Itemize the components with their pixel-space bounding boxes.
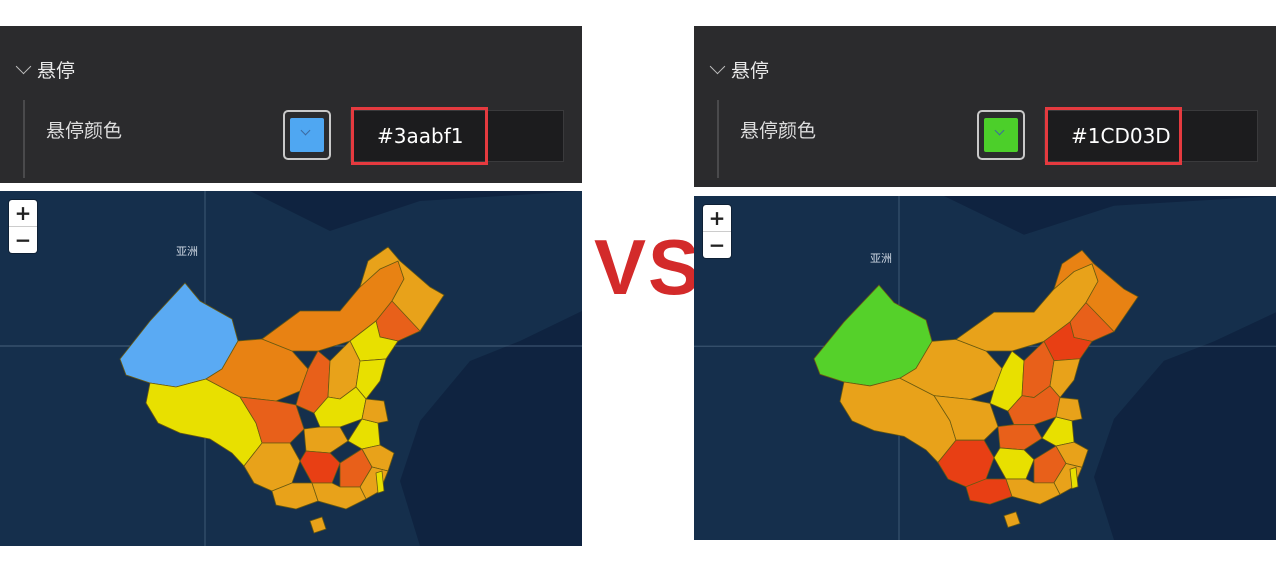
hex-color-input[interactable]: #3aabf1: [350, 107, 564, 165]
hover-color-label: 悬停颜色: [740, 120, 817, 142]
right-comparison-panel: 悬停 悬停颜色 #1CD03D 亚洲 + −: [694, 26, 1276, 546]
china-map: [694, 196, 1276, 540]
section-indent-line: [717, 100, 719, 178]
china-map: [0, 191, 582, 546]
hover-section-header[interactable]: 悬停: [15, 56, 76, 83]
hex-color-input[interactable]: #1CD03D: [1044, 107, 1258, 165]
map-region-jiangsu: [361, 398, 389, 424]
settings-panel: 悬停 悬停颜色 #1CD03D: [694, 26, 1276, 187]
section-indent-line: [23, 100, 25, 178]
hover-section-header[interactable]: 悬停: [709, 56, 770, 83]
color-picker-button[interactable]: [977, 110, 1025, 160]
asia-label: 亚洲: [176, 245, 198, 258]
red-highlight-box: [1045, 107, 1182, 165]
map-region-jiangsu: [1055, 397, 1083, 422]
color-picker-button[interactable]: [283, 110, 331, 160]
chevron-down-icon[interactable]: [709, 58, 726, 75]
zoom-out-button[interactable]: −: [9, 226, 37, 253]
section-title: 悬停: [731, 60, 770, 82]
zoom-out-button[interactable]: −: [703, 231, 731, 258]
zoom-in-button[interactable]: +: [703, 205, 731, 231]
chevron-down-icon: [994, 125, 1005, 136]
map-view[interactable]: 亚洲 + −: [0, 191, 582, 546]
chevron-down-icon: [300, 125, 311, 136]
section-title: 悬停: [37, 60, 76, 82]
vs-label: VS: [594, 223, 703, 311]
zoom-control: + −: [9, 200, 37, 253]
settings-panel: 悬停 悬停颜色 #3aabf1: [0, 26, 582, 183]
left-comparison-panel: 悬停 悬停颜色 #3aabf1 亚洲 + −: [0, 26, 582, 546]
color-swatch: [984, 118, 1018, 152]
color-swatch: [290, 118, 324, 152]
chevron-down-icon[interactable]: [15, 58, 32, 75]
asia-label: 亚洲: [870, 252, 892, 265]
map-view[interactable]: 亚洲 + −: [694, 196, 1276, 540]
red-highlight-box: [351, 107, 488, 165]
hover-color-label: 悬停颜色: [46, 120, 123, 142]
zoom-control: + −: [703, 205, 731, 258]
zoom-in-button[interactable]: +: [9, 200, 37, 226]
